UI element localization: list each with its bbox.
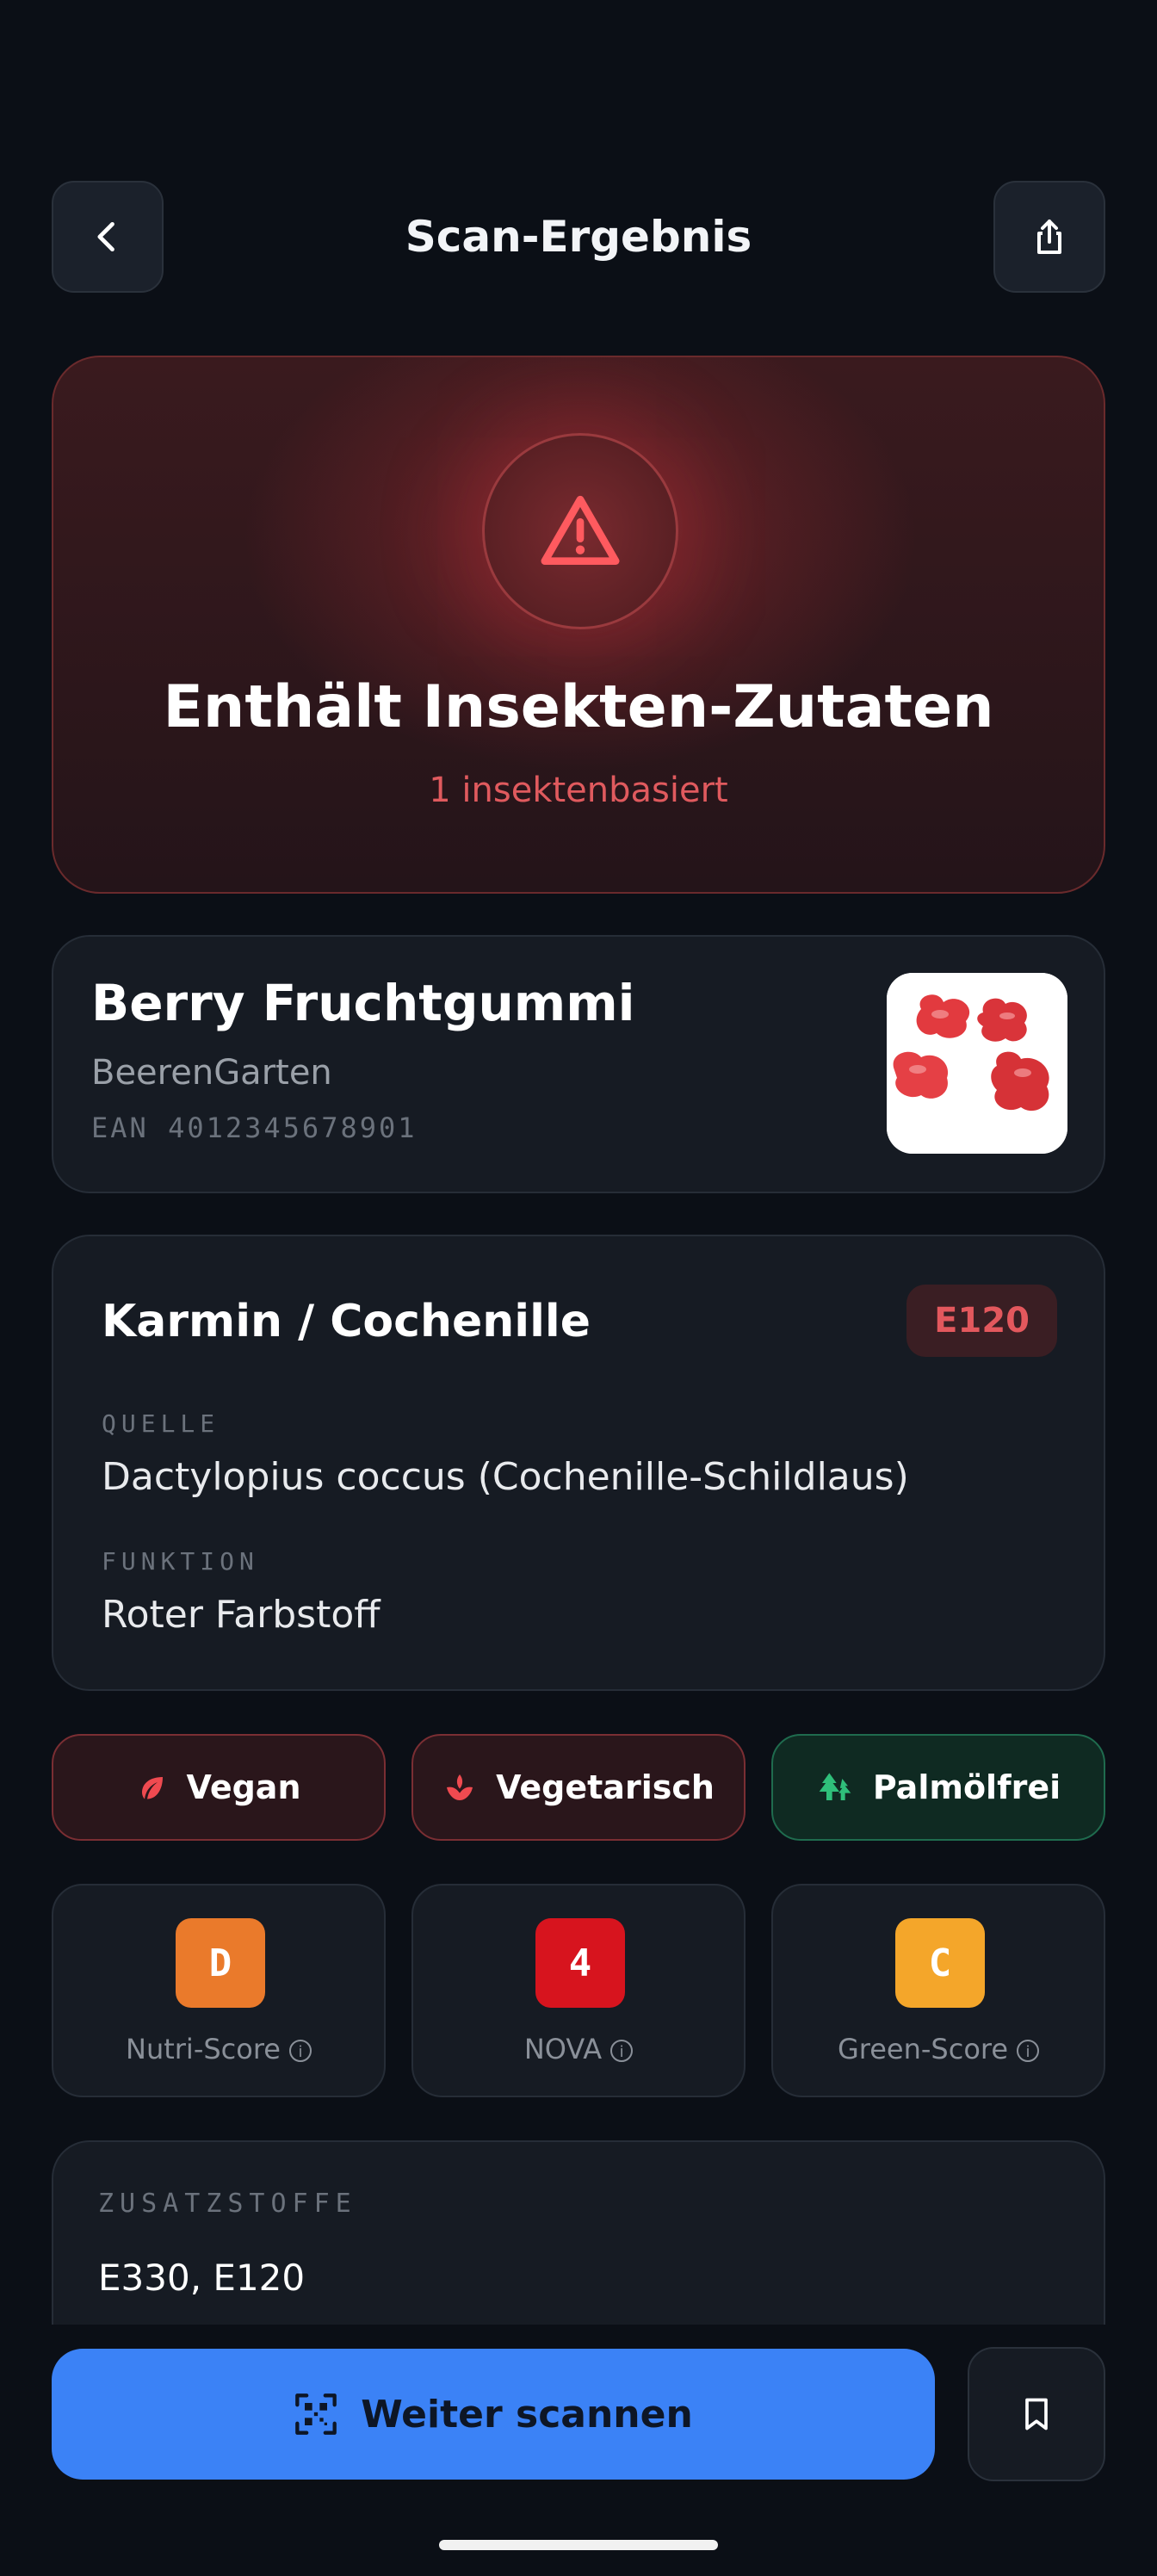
nova-card[interactable]: 4 NOVA i	[411, 1884, 746, 2097]
product-card[interactable]: Berry Fruchtgummi BeerenGarten EAN 40123…	[52, 935, 1105, 1193]
continue-scan-button[interactable]: Weiter scannen	[52, 2349, 935, 2480]
info-icon[interactable]: i	[610, 2040, 634, 2062]
product-image	[887, 973, 1067, 1154]
function-value: Roter Farbstoff	[102, 1593, 381, 1637]
nova-grade: 4	[535, 1918, 625, 2008]
info-icon[interactable]: i	[1017, 2040, 1040, 2062]
nutri-score-card[interactable]: D Nutri-Score i	[52, 1884, 386, 2097]
bookmark-icon	[1025, 2398, 1048, 2430]
source-value: Dactylopius coccus (Cochenille-Schildlau…	[102, 1455, 909, 1499]
alert-icon-circle	[482, 433, 678, 629]
chip-vegan[interactable]: Vegan	[52, 1734, 386, 1841]
info-icon[interactable]: i	[288, 2040, 312, 2062]
insect-alert-card: Enthält Insekten-Zutaten 1 insektenbasie…	[52, 356, 1105, 894]
page-title: Scan-Ergebnis	[405, 212, 752, 262]
trees-icon	[819, 1773, 851, 1800]
green-score-label: Green-Score	[837, 2033, 1009, 2065]
function-label: FUNKTION	[102, 1547, 259, 1576]
additives-label: ZUSATZSTOFFE	[98, 2189, 357, 2219]
chip-label: Vegan	[186, 1768, 301, 1806]
green-score-grade: C	[895, 1918, 985, 2008]
warning-icon	[541, 495, 620, 565]
gummy-image	[887, 973, 1067, 1154]
nutri-score-grade: D	[176, 1918, 265, 2008]
chip-palm-oil-free[interactable]: Palmölfrei	[771, 1734, 1105, 1841]
green-score-card[interactable]: C Green-Score i	[771, 1884, 1105, 2097]
product-name: Berry Fruchtgummi	[91, 974, 635, 1032]
share-icon	[1037, 220, 1061, 254]
nova-label: NOVA	[523, 2033, 603, 2065]
nutri-score-label: Nutri-Score	[126, 2033, 281, 2065]
ingredient-card[interactable]: Karmin / Cochenille E120 QUELLE Dactylop…	[52, 1235, 1105, 1691]
ingredient-name: Karmin / Cochenille	[102, 1296, 591, 1347]
source-label: QUELLE	[102, 1409, 220, 1438]
product-brand: BeerenGarten	[91, 1053, 332, 1093]
chip-label: Palmölfrei	[872, 1768, 1061, 1806]
save-button[interactable]	[968, 2347, 1105, 2481]
additives-card: ZUSATZSTOFFE E330, E120	[52, 2140, 1105, 2347]
lotus-icon	[447, 1774, 473, 1800]
alert-title: Enthält Insekten-Zutaten	[163, 673, 994, 741]
home-indicator	[439, 2540, 718, 2550]
continue-scan-label: Weiter scannen	[361, 2392, 693, 2437]
leaf-icon	[141, 1777, 163, 1799]
chip-vegetarian[interactable]: Vegetarisch	[411, 1734, 746, 1841]
qr-scan-icon	[295, 2393, 337, 2435]
additives-value: E330, E120	[98, 2257, 306, 2299]
share-button[interactable]	[993, 181, 1105, 293]
product-ean: EAN 4012345678901	[91, 1112, 418, 1144]
e-number-badge: E120	[906, 1285, 1057, 1357]
alert-subtitle: 1 insektenbasiert	[429, 771, 728, 810]
chip-label: Vegetarisch	[496, 1768, 715, 1806]
